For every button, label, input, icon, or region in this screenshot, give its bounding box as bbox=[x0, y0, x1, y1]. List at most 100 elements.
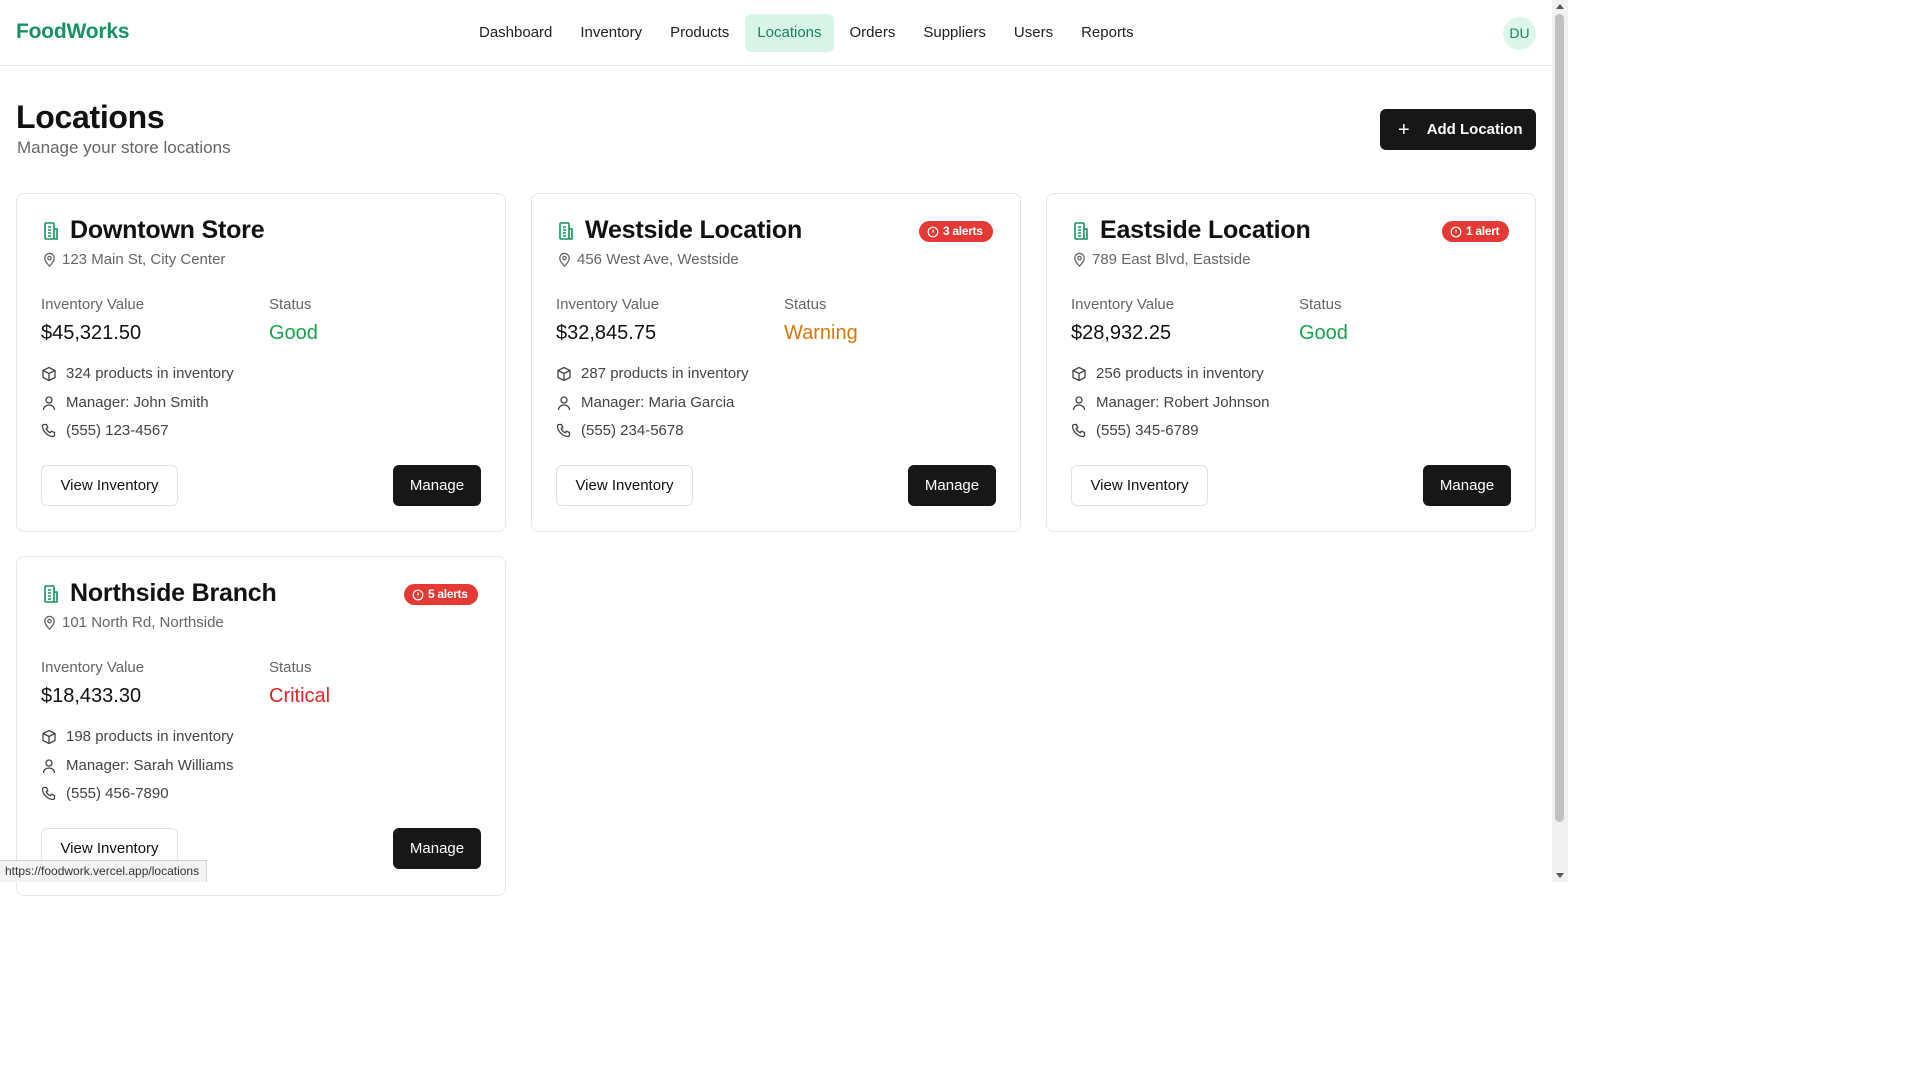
status-label: Status bbox=[1299, 296, 1342, 313]
view-inventory-button[interactable]: View Inventory bbox=[1071, 465, 1208, 506]
manage-button[interactable]: Manage bbox=[393, 828, 481, 869]
inventory-value: $45,321.50 bbox=[41, 322, 142, 344]
alerts-badge[interactable]: 1 alert bbox=[1442, 221, 1510, 242]
alert-circle-icon bbox=[412, 589, 424, 600]
top-navbar: FoodWorks Dashboard Inventory Products L… bbox=[0, 0, 1552, 66]
user-icon bbox=[42, 758, 56, 773]
inventory-value: $32,845.75 bbox=[556, 322, 657, 344]
user-icon bbox=[42, 395, 56, 410]
plus-icon: + bbox=[1398, 118, 1410, 141]
phone-text: (555) 345-6789 bbox=[1096, 422, 1199, 439]
package-icon bbox=[42, 366, 56, 381]
map-pin-icon bbox=[44, 252, 55, 267]
status-label: Status bbox=[784, 296, 827, 313]
user-icon bbox=[1072, 395, 1086, 410]
location-card: Downtown Store 123 Main St, City Center … bbox=[16, 193, 506, 532]
map-pin-icon bbox=[1074, 252, 1085, 267]
nav-item-inventory[interactable]: Inventory bbox=[568, 14, 654, 52]
phone-text: (555) 234-5678 bbox=[581, 422, 684, 439]
phone-icon bbox=[41, 423, 56, 437]
status-value: Good bbox=[1299, 322, 1348, 344]
manager-text: Manager: John Smith bbox=[66, 394, 209, 411]
location-card: Westside Location 3 alerts 456 West Ave,… bbox=[531, 193, 1021, 532]
add-location-button[interactable]: + Add Location bbox=[1380, 109, 1536, 150]
address-text: 456 West Ave, Westside bbox=[577, 251, 739, 268]
location-card: Northside Branch 5 alerts 101 North Rd, … bbox=[16, 556, 506, 896]
location-name: Westside Location bbox=[585, 216, 803, 244]
location-address: 789 East Blvd, Eastside bbox=[1072, 251, 1250, 268]
scrollbar-thumb[interactable] bbox=[1555, 14, 1564, 822]
nav-item-orders[interactable]: Orders bbox=[838, 14, 908, 52]
alerts-badge-text: 3 alerts bbox=[943, 224, 983, 238]
inventory-value: $18,433.30 bbox=[41, 685, 142, 707]
products-count: 324 products in inventory bbox=[41, 365, 234, 382]
view-inventory-button[interactable]: View Inventory bbox=[41, 465, 178, 506]
products-text: 256 products in inventory bbox=[1096, 365, 1264, 382]
phone-info: (555) 345-6789 bbox=[1071, 422, 1199, 439]
map-pin-icon bbox=[559, 252, 570, 267]
inventory-value-label: Inventory Value bbox=[1071, 296, 1175, 313]
products-count: 256 products in inventory bbox=[1071, 365, 1264, 382]
inventory-value-label: Inventory Value bbox=[41, 659, 145, 676]
phone-info: (555) 456-7890 bbox=[41, 785, 169, 802]
products-text: 198 products in inventory bbox=[66, 728, 234, 745]
phone-icon bbox=[41, 786, 56, 800]
add-location-label: Add Location bbox=[1426, 121, 1523, 138]
nav-item-products[interactable]: Products bbox=[658, 14, 741, 52]
phone-info: (555) 123-4567 bbox=[41, 422, 169, 439]
nav-item-reports[interactable]: Reports bbox=[1069, 14, 1146, 52]
nav-item-dashboard[interactable]: Dashboard bbox=[467, 14, 564, 52]
manager-text: Manager: Maria Garcia bbox=[581, 394, 735, 411]
main-nav: Dashboard Inventory Products Locations O… bbox=[467, 14, 1150, 52]
alert-circle-icon bbox=[1450, 226, 1462, 237]
alerts-badge-text: 1 alert bbox=[1466, 224, 1500, 238]
nav-item-locations[interactable]: Locations bbox=[745, 14, 834, 52]
map-pin-icon bbox=[44, 615, 55, 630]
products-count: 198 products in inventory bbox=[41, 728, 234, 745]
package-icon bbox=[1072, 366, 1086, 381]
alerts-badge-text: 5 alerts bbox=[428, 587, 468, 601]
brand-logo[interactable]: FoodWorks bbox=[16, 20, 130, 44]
manage-button[interactable]: Manage bbox=[393, 465, 481, 506]
nav-item-users[interactable]: Users bbox=[1002, 14, 1065, 52]
nav-item-suppliers[interactable]: Suppliers bbox=[911, 14, 998, 52]
address-text: 101 North Rd, Northside bbox=[62, 614, 224, 631]
alert-circle-icon bbox=[927, 226, 939, 237]
phone-icon bbox=[556, 423, 571, 437]
manager-text: Manager: Sarah Williams bbox=[66, 757, 234, 774]
alerts-badge[interactable]: 3 alerts bbox=[919, 221, 993, 242]
page-title: Locations bbox=[16, 99, 165, 135]
status-label: Status bbox=[269, 296, 312, 313]
inventory-value-label: Inventory Value bbox=[556, 296, 660, 313]
status-value: Warning bbox=[784, 322, 858, 344]
phone-info: (555) 234-5678 bbox=[556, 422, 684, 439]
building-icon bbox=[44, 585, 58, 603]
manager-info: Manager: John Smith bbox=[41, 394, 209, 411]
location-name: Downtown Store bbox=[70, 216, 265, 244]
view-inventory-button[interactable]: View Inventory bbox=[556, 465, 693, 506]
address-text: 123 Main St, City Center bbox=[62, 251, 226, 268]
manager-info: Manager: Maria Garcia bbox=[556, 394, 734, 411]
location-name: Northside Branch bbox=[70, 579, 277, 607]
phone-icon bbox=[1071, 423, 1086, 437]
location-card: Eastside Location 1 alert 789 East Blvd,… bbox=[1046, 193, 1536, 532]
page-scrollbar[interactable] bbox=[1552, 0, 1568, 882]
manage-button[interactable]: Manage bbox=[1423, 465, 1511, 506]
status-value: Critical bbox=[269, 685, 331, 707]
phone-text: (555) 456-7890 bbox=[66, 785, 169, 802]
page-subtitle: Manage your store locations bbox=[17, 138, 231, 157]
alerts-badge[interactable]: 5 alerts bbox=[404, 584, 478, 605]
address-text: 789 East Blvd, Eastside bbox=[1092, 251, 1251, 268]
status-label: Status bbox=[269, 659, 312, 676]
building-icon bbox=[44, 222, 58, 240]
package-icon bbox=[557, 366, 571, 381]
package-icon bbox=[42, 729, 56, 744]
scroll-up-arrow-icon[interactable] bbox=[1556, 4, 1564, 9]
status-value: Good bbox=[269, 322, 318, 344]
building-icon bbox=[559, 222, 573, 240]
building-icon bbox=[1074, 222, 1088, 240]
user-avatar[interactable]: DU bbox=[1503, 17, 1536, 50]
scroll-down-arrow-icon[interactable] bbox=[1556, 873, 1564, 878]
manager-text: Manager: Robert Johnson bbox=[1096, 394, 1270, 411]
manage-button[interactable]: Manage bbox=[908, 465, 996, 506]
